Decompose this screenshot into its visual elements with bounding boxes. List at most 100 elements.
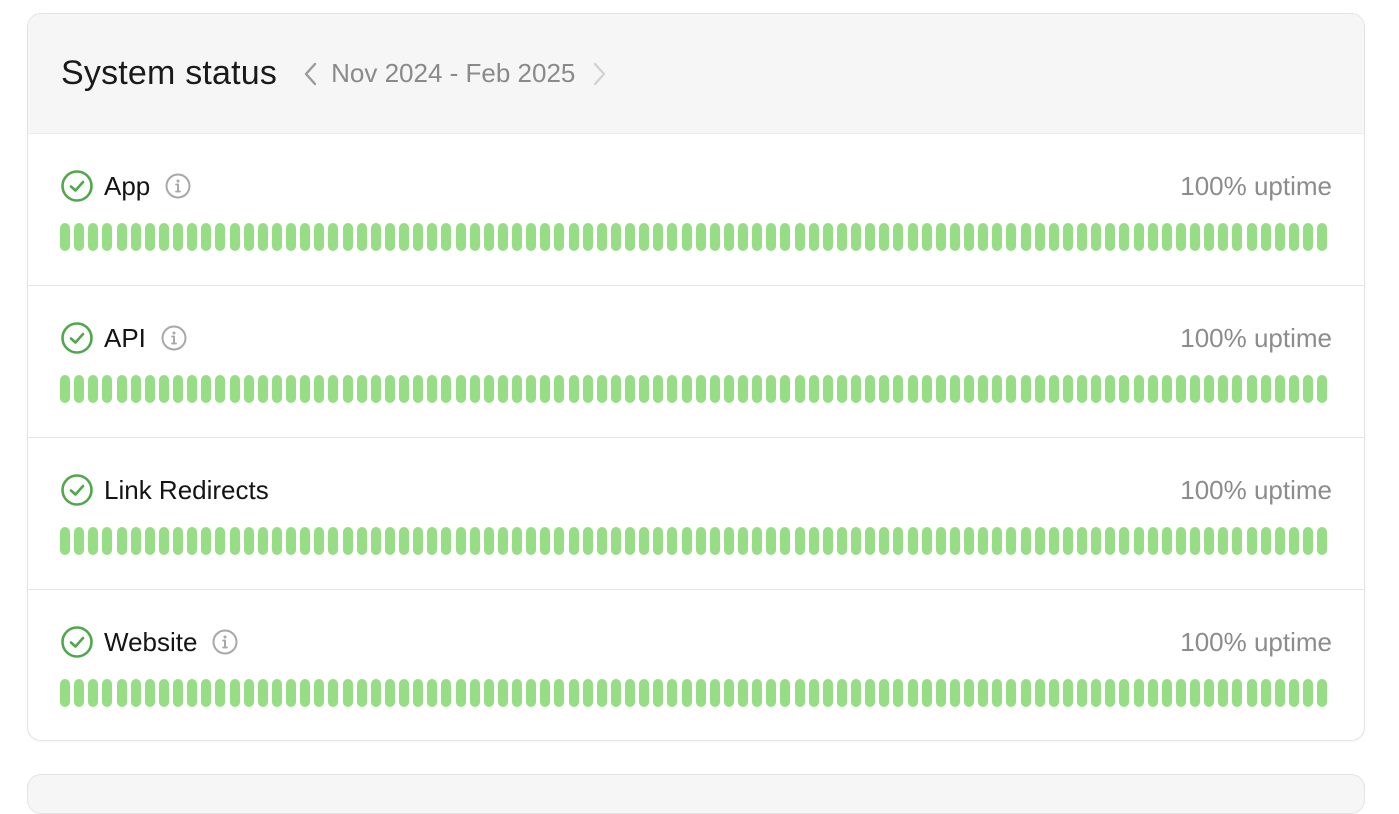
uptime-bar[interactable] — [695, 679, 706, 707]
uptime-bar[interactable] — [653, 527, 664, 555]
uptime-bar[interactable] — [794, 375, 805, 403]
uptime-bar[interactable] — [102, 375, 113, 403]
uptime-bar[interactable] — [144, 679, 155, 707]
uptime-bar[interactable] — [215, 527, 226, 555]
uptime-bar[interactable] — [568, 527, 579, 555]
uptime-bar[interactable] — [469, 223, 480, 251]
uptime-bar[interactable] — [695, 527, 706, 555]
uptime-bar[interactable] — [497, 375, 508, 403]
uptime-bar[interactable] — [625, 223, 635, 251]
uptime-bar[interactable] — [1119, 375, 1130, 403]
uptime-bar[interactable] — [568, 375, 579, 403]
uptime-bar[interactable] — [1190, 223, 1200, 251]
uptime-bar[interactable] — [822, 679, 833, 707]
uptime-bar[interactable] — [681, 375, 692, 403]
uptime-bar[interactable] — [455, 223, 466, 251]
uptime-bar[interactable] — [215, 223, 226, 251]
uptime-bar[interactable] — [130, 223, 141, 251]
uptime-bar[interactable] — [60, 527, 70, 555]
uptime-bar[interactable] — [752, 679, 763, 707]
uptime-bar[interactable] — [568, 223, 579, 251]
uptime-bar[interactable] — [483, 375, 494, 403]
uptime-bar[interactable] — [879, 527, 890, 555]
uptime-bar[interactable] — [342, 679, 353, 707]
uptime-bar[interactable] — [738, 527, 748, 555]
uptime-bar[interactable] — [582, 527, 593, 555]
uptime-bar[interactable] — [1204, 375, 1215, 403]
uptime-bar[interactable] — [1175, 527, 1186, 555]
uptime-bar[interactable] — [1260, 527, 1271, 555]
uptime-bar[interactable] — [582, 375, 593, 403]
uptime-bar[interactable] — [370, 223, 381, 251]
uptime-bar[interactable] — [1119, 527, 1130, 555]
uptime-bar[interactable] — [74, 375, 85, 403]
uptime-bar[interactable] — [836, 223, 847, 251]
uptime-bar[interactable] — [780, 375, 791, 403]
uptime-bar[interactable] — [1246, 375, 1257, 403]
uptime-bar[interactable] — [441, 679, 452, 707]
uptime-bar[interactable] — [116, 527, 127, 555]
uptime-bar[interactable] — [978, 527, 989, 555]
uptime-bar[interactable] — [709, 223, 720, 251]
uptime-bar[interactable] — [427, 527, 438, 555]
uptime-bar[interactable] — [794, 679, 805, 707]
uptime-bar[interactable] — [1077, 679, 1087, 707]
uptime-bar[interactable] — [455, 375, 466, 403]
uptime-bar[interactable] — [526, 679, 537, 707]
uptime-bar[interactable] — [526, 375, 537, 403]
uptime-bar[interactable] — [173, 223, 183, 251]
uptime-bar[interactable] — [257, 375, 268, 403]
uptime-bar[interactable] — [1062, 375, 1073, 403]
uptime-bar[interactable] — [229, 223, 240, 251]
uptime-bar[interactable] — [328, 375, 339, 403]
uptime-bar[interactable] — [158, 375, 169, 403]
uptime-bar[interactable] — [1175, 679, 1186, 707]
uptime-bar[interactable] — [610, 527, 621, 555]
uptime-bar[interactable] — [1175, 375, 1186, 403]
uptime-bar[interactable] — [978, 679, 989, 707]
uptime-bar[interactable] — [1091, 375, 1102, 403]
uptime-bar[interactable] — [893, 527, 904, 555]
uptime-bar[interactable] — [964, 527, 974, 555]
uptime-bar[interactable] — [102, 223, 113, 251]
uptime-bar[interactable] — [512, 527, 522, 555]
uptime-bar[interactable] — [653, 223, 664, 251]
uptime-bar[interactable] — [1034, 679, 1045, 707]
uptime-bar[interactable] — [681, 223, 692, 251]
uptime-bar[interactable] — [1147, 527, 1158, 555]
uptime-bar[interactable] — [413, 375, 424, 403]
uptime-bar[interactable] — [1133, 223, 1144, 251]
uptime-bar[interactable] — [60, 679, 70, 707]
uptime-bar[interactable] — [582, 223, 593, 251]
uptime-bar[interactable] — [116, 679, 127, 707]
uptime-bar[interactable] — [907, 375, 918, 403]
uptime-bar[interactable] — [144, 375, 155, 403]
uptime-bar[interactable] — [681, 679, 692, 707]
uptime-bar[interactable] — [935, 527, 946, 555]
uptime-bar[interactable] — [752, 223, 763, 251]
uptime-bar[interactable] — [667, 375, 678, 403]
uptime-bar[interactable] — [1062, 527, 1073, 555]
uptime-bar[interactable] — [893, 679, 904, 707]
uptime-bar[interactable] — [1020, 375, 1031, 403]
uptime-bar[interactable] — [1006, 679, 1017, 707]
uptime-bar[interactable] — [738, 679, 748, 707]
uptime-bar[interactable] — [370, 527, 381, 555]
uptime-bar[interactable] — [1246, 223, 1257, 251]
uptime-bar[interactable] — [582, 679, 593, 707]
uptime-bar[interactable] — [271, 375, 282, 403]
uptime-bar[interactable] — [1133, 527, 1144, 555]
uptime-bar[interactable] — [1105, 375, 1116, 403]
uptime-bar[interactable] — [271, 679, 282, 707]
uptime-bar[interactable] — [201, 375, 212, 403]
uptime-bar[interactable] — [427, 679, 438, 707]
uptime-bar[interactable] — [1161, 679, 1172, 707]
uptime-bar[interactable] — [893, 375, 904, 403]
uptime-bar[interactable] — [992, 375, 1003, 403]
uptime-bar[interactable] — [342, 223, 353, 251]
uptime-bar[interactable] — [60, 375, 70, 403]
uptime-bar[interactable] — [88, 375, 99, 403]
uptime-bar[interactable] — [1105, 679, 1116, 707]
uptime-bar[interactable] — [1119, 679, 1130, 707]
uptime-bar[interactable] — [526, 527, 537, 555]
